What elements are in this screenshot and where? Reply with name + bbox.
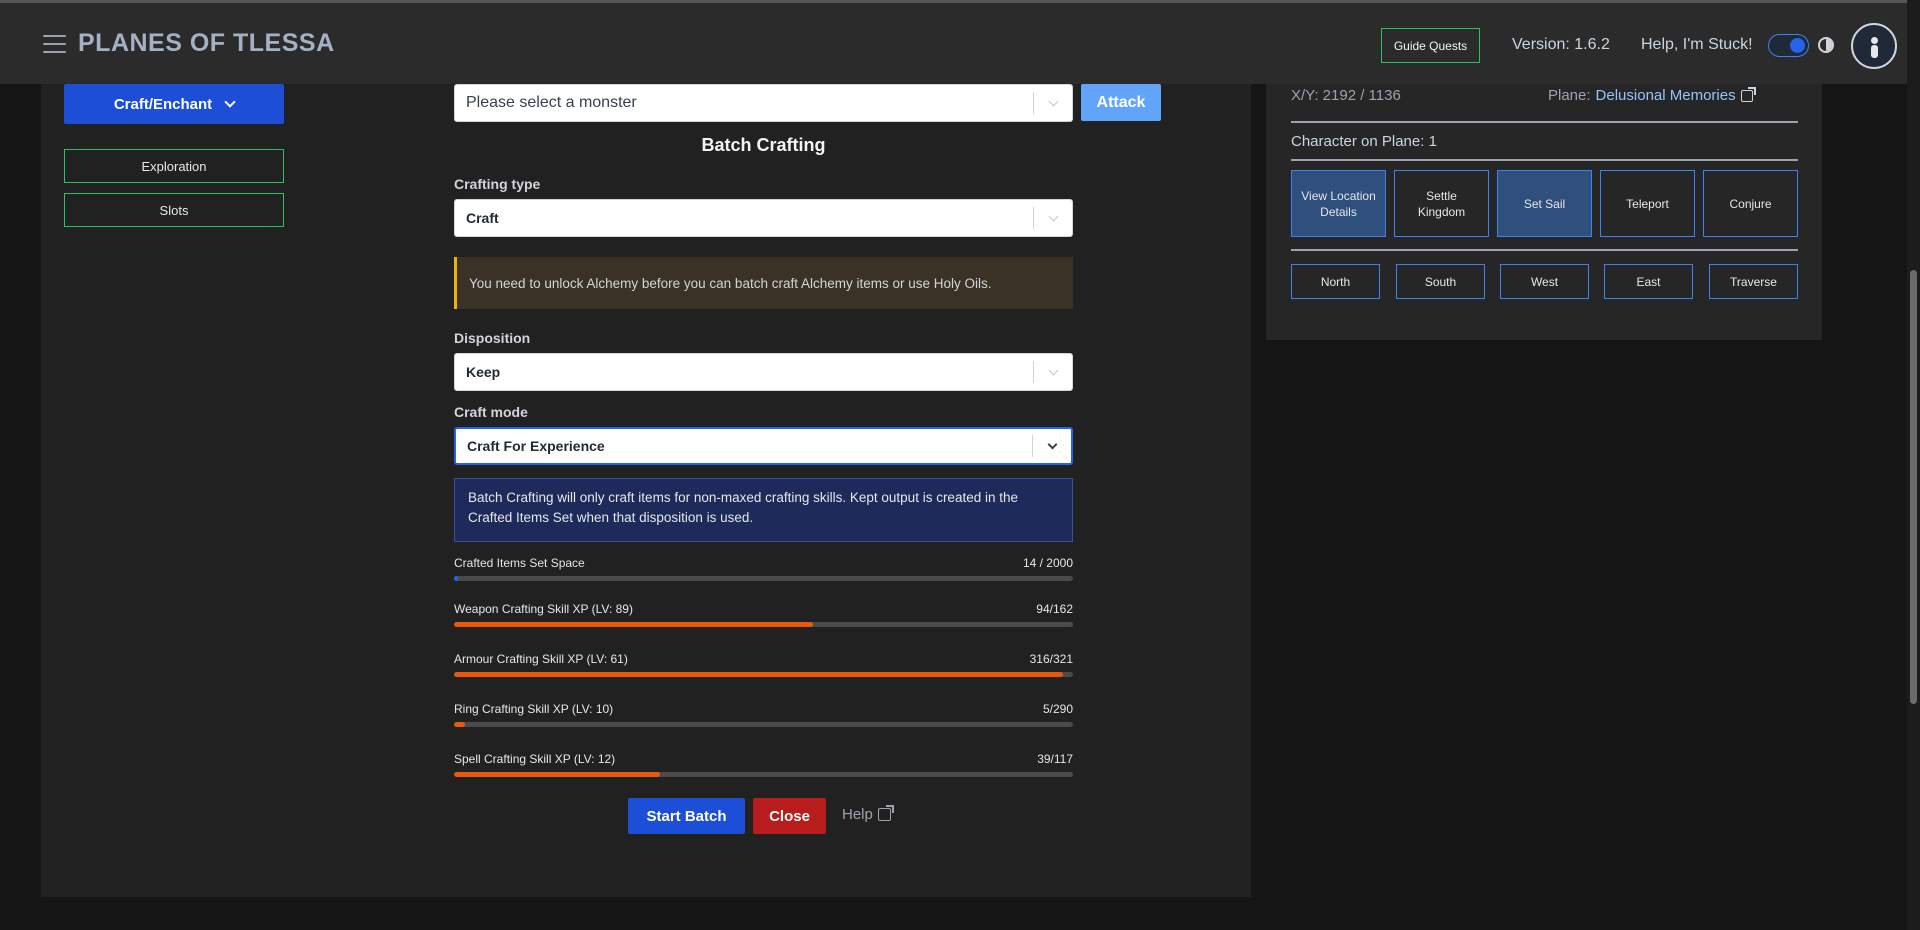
hamburger-menu-icon[interactable] <box>43 35 66 53</box>
theme-toggle[interactable] <box>1768 34 1809 57</box>
monster-select-value: Please select a monster <box>466 94 637 111</box>
top-navbar: PLANES OF TLESSA Guide Quests Version: 1… <box>0 0 1907 84</box>
chevron-down-icon <box>1034 211 1072 221</box>
plane-label: Plane: <box>1548 87 1591 104</box>
batch-crafting-title: Batch Crafting <box>701 135 826 155</box>
set-sail-button[interactable]: Set Sail <box>1497 170 1592 237</box>
divider <box>1291 121 1798 123</box>
bar-label: Ring Crafting Skill XP (LV: 10) <box>454 702 614 716</box>
east-button[interactable]: East <box>1604 264 1693 299</box>
plane-info: Plane: Delusional Memories <box>1548 86 1756 104</box>
chevron-down-icon <box>1034 96 1072 106</box>
attack-button[interactable]: Attack <box>1081 84 1161 121</box>
brand-title[interactable]: PLANES OF TLESSA <box>78 29 335 58</box>
coordinates-readout: X/Y: 2192 / 1136 <box>1291 87 1401 104</box>
chevron-down-icon <box>1033 439 1071 449</box>
chevron-down-icon <box>224 96 236 108</box>
bar-value: 94/162 <box>1036 602 1073 616</box>
progress-spell-crafting: Spell Crafting Skill XP (LV: 12) 39/117 <box>454 752 1073 777</box>
exploration-button[interactable]: Exploration <box>64 149 284 183</box>
page-scrollbar[interactable] <box>1907 0 1920 930</box>
disposition-select[interactable]: Keep <box>454 353 1073 391</box>
bar-label: Crafted Items Set Space <box>454 556 585 570</box>
guide-quests-button[interactable]: Guide Quests <box>1381 28 1480 63</box>
version-link[interactable]: Version: 1.6.2 <box>1512 36 1610 54</box>
craft-mode-value: Craft For Experience <box>467 438 605 454</box>
external-link-icon <box>1740 86 1756 102</box>
progress-weapon-crafting: Weapon Crafting Skill XP (LV: 89) 94/162 <box>454 602 1073 627</box>
bar-label: Spell Crafting Skill XP (LV: 12) <box>454 752 616 766</box>
bar-fill <box>454 672 1064 677</box>
progress-crafted-items-set: Crafted Items Set Space 14 / 2000 <box>454 556 1073 581</box>
help-stuck-link[interactable]: Help, I'm Stuck! <box>1641 36 1753 54</box>
view-location-details-button[interactable]: View Location Details <box>1291 170 1386 237</box>
help-label: Help <box>842 806 873 823</box>
crafting-type-select[interactable]: Craft <box>454 199 1073 237</box>
profile-avatar-button[interactable] <box>1851 23 1897 69</box>
craft-mode-select[interactable]: Craft For Experience <box>454 427 1073 465</box>
disposition-value: Keep <box>466 364 501 380</box>
settle-kingdom-button[interactable]: Settle Kingdom <box>1394 170 1489 237</box>
divider <box>1291 159 1798 161</box>
west-button[interactable]: West <box>1500 264 1589 299</box>
crafting-type-value: Craft <box>466 210 499 226</box>
crafting-type-label: Crafting type <box>454 176 541 192</box>
bar-value: 316/321 <box>1029 652 1073 666</box>
person-icon <box>1870 37 1878 44</box>
divider <box>1291 249 1798 251</box>
bar-value: 5/290 <box>1042 702 1073 716</box>
disposition-label: Disposition <box>454 330 531 346</box>
south-button[interactable]: South <box>1396 264 1485 299</box>
progress-armour-crafting: Armour Crafting Skill XP (LV: 61) 316/321 <box>454 652 1073 677</box>
external-link-icon <box>877 805 894 821</box>
progress-ring-crafting: Ring Crafting Skill XP (LV: 10) 5/290 <box>454 702 1073 727</box>
bar-fill <box>454 622 814 627</box>
bar-value: 39/117 <box>1037 752 1073 766</box>
craft-mode-label: Craft mode <box>454 404 528 420</box>
craft-enchant-menu-button[interactable]: Craft/Enchant <box>64 84 284 124</box>
conjure-button[interactable]: Conjure <box>1703 170 1798 237</box>
bar-value: 14 / 2000 <box>1022 556 1073 570</box>
start-batch-button[interactable]: Start Batch <box>628 798 745 834</box>
monster-select[interactable]: Please select a monster <box>454 84 1073 122</box>
bar-label: Weapon Crafting Skill XP (LV: 89) <box>454 602 633 616</box>
character-on-plane: Character on Plane: 1 <box>1291 133 1437 150</box>
alchemy-warning: You need to unlock Alchemy before you ca… <box>454 257 1073 309</box>
north-button[interactable]: North <box>1291 264 1380 299</box>
bar-label: Armour Crafting Skill XP (LV: 61) <box>454 652 628 666</box>
scrollbar-thumb[interactable] <box>1910 270 1917 704</box>
traverse-button[interactable]: Traverse <box>1709 264 1798 299</box>
bar-fill <box>454 722 465 727</box>
close-button[interactable]: Close <box>753 798 826 834</box>
craft-enchant-label: Craft/Enchant <box>113 95 213 113</box>
help-link[interactable]: Help <box>842 805 894 823</box>
teleport-button[interactable]: Teleport <box>1600 170 1695 237</box>
slots-button[interactable]: Slots <box>64 193 284 227</box>
contrast-icon <box>1818 37 1834 53</box>
bar-fill <box>454 576 459 581</box>
toggle-knob <box>1790 38 1805 53</box>
bar-fill <box>454 772 661 777</box>
plane-name-link[interactable]: Delusional Memories <box>1596 87 1736 104</box>
batch-info-message: Batch Crafting will only craft items for… <box>454 478 1073 542</box>
chevron-down-icon <box>1034 365 1072 375</box>
